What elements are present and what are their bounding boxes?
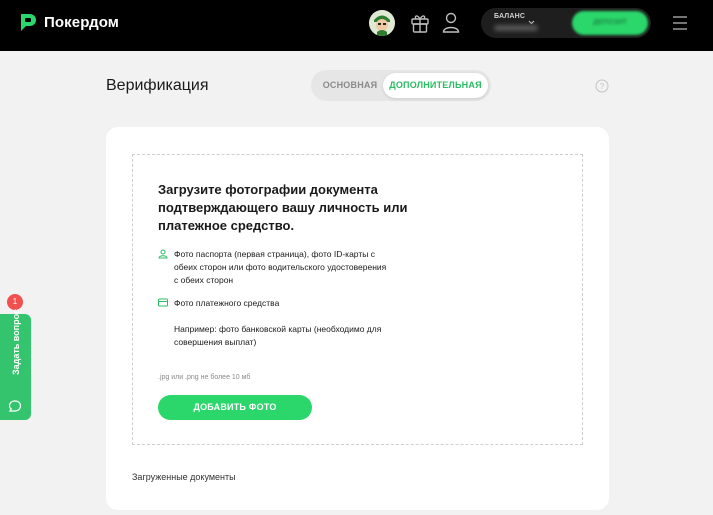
add-photo-button[interactable]: ДОБАВИТЬ ФОТО [158,395,312,420]
logo[interactable]: Покердом [18,12,119,32]
file-format-hint: .jpg или .png не более 10 мб [158,374,251,381]
card-icon [158,298,168,311]
balance-value [494,25,538,31]
logo-text: Покердом [44,13,119,31]
upload-title: Загрузите фотографии документа подтвержд… [158,182,408,233]
user-icon[interactable] [442,12,460,39]
top-header: Покердом БАЛАНС ДЕПОЗИТ [0,0,713,51]
avatar[interactable] [369,10,395,36]
logo-mark-icon [18,12,38,32]
ask-question-tab[interactable]: Задать вопрос [0,309,31,420]
requirement-identity-text: Фото паспорта (первая страница), фото ID… [174,249,387,285]
question-circle-icon[interactable]: ? [595,79,609,98]
chat-bubble-icon [8,399,22,418]
svg-text:?: ? [600,82,605,91]
menu-icon[interactable] [672,15,688,36]
uploaded-documents-label: Загруженные документы [132,472,236,482]
deposit-button[interactable]: ДЕПОЗИТ [572,11,648,35]
upload-dropzone[interactable]: Загрузите фотографии документа подтвержд… [132,154,583,445]
page-title: Верификация [106,77,209,94]
balance-box[interactable]: БАЛАНС ДЕПОЗИТ [481,8,651,38]
tab-additional[interactable]: ДОПОЛНИТЕЛЬНАЯ [383,73,488,98]
requirement-payment-text: Фото платежного средства [174,298,280,308]
verification-card: Загрузите фотографии документа подтвержд… [106,127,609,510]
example-text: Например: фото банковской карты (необход… [174,324,382,347]
balance-label: БАЛАНС [494,13,526,20]
ask-question-label: Задать вопрос [11,308,21,376]
gift-icon[interactable] [410,12,430,39]
tab-main[interactable]: ОСНОВНАЯ [315,73,385,98]
verification-tabs: ОСНОВНАЯ ДОПОЛНИТЕЛЬНАЯ [311,70,491,101]
person-icon [158,249,168,263]
